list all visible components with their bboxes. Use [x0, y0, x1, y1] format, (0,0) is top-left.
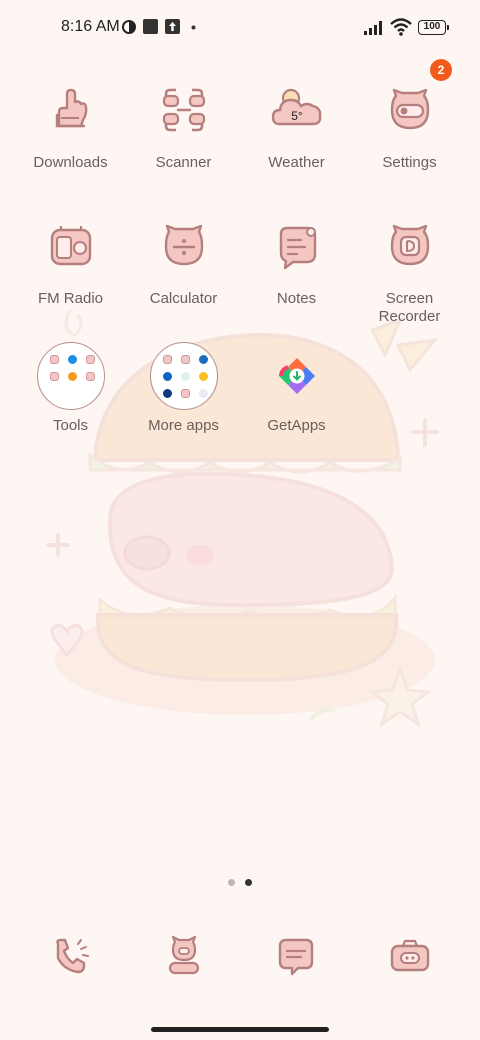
fm-radio-icon: [50, 226, 91, 266]
app-label: Downloads: [33, 154, 108, 171]
app-label: Scanner: [155, 154, 212, 171]
more-notifications-dot-icon: [191, 25, 196, 30]
page-dot-1[interactable]: [228, 879, 235, 886]
app-label: GetApps: [267, 417, 326, 434]
camera-icon[interactable]: [388, 934, 432, 978]
calculator-icon: [164, 224, 203, 266]
signal-icon: [364, 21, 382, 35]
app-label: Calculator: [149, 290, 218, 307]
settings-badge: 2: [430, 59, 452, 81]
app-scanner[interactable]: Scanner: [127, 84, 240, 172]
app-label: FM Radio: [37, 290, 104, 307]
contacts-icon[interactable]: [162, 934, 206, 978]
getapps-icon: [278, 358, 315, 394]
app-screen-recorder[interactable]: Screen Recorder: [353, 220, 466, 326]
upload-icon: [165, 19, 180, 34]
settings-icon: [390, 88, 429, 130]
app-downloads[interactable]: Downloads: [14, 84, 127, 172]
battery-indicator: 100: [418, 20, 449, 35]
app-getapps[interactable]: GetApps: [240, 356, 353, 435]
app-label: Settings: [382, 154, 437, 171]
home-gesture-bar[interactable]: [151, 1027, 329, 1032]
notes-icon: [279, 226, 316, 270]
phone-icon[interactable]: [50, 934, 94, 978]
app-label: Weather: [268, 154, 325, 171]
app-settings[interactable]: Settings: [353, 84, 466, 172]
app-weather[interactable]: 5° Weather: [240, 84, 353, 172]
app-fm-radio[interactable]: FM Radio: [14, 220, 127, 308]
tools-folder-icon: [36, 342, 105, 410]
folder-more-apps[interactable]: More apps: [127, 342, 240, 435]
status-bar: 8:16 AM 100: [0, 0, 480, 56]
page-dot-2-active[interactable]: [245, 879, 252, 886]
notification-square-icon: [143, 19, 158, 34]
app-label: Tools: [52, 417, 89, 434]
data-saver-icon: [122, 20, 136, 34]
app-label: More apps: [148, 417, 219, 434]
wifi-icon: [390, 18, 412, 36]
screen-recorder-icon: [390, 224, 429, 266]
folder-tools[interactable]: Tools: [14, 342, 127, 435]
app-notes[interactable]: Notes: [240, 220, 353, 308]
scanner-icon: [162, 88, 205, 132]
messages-icon[interactable]: [274, 934, 318, 978]
status-time: 8:16 AM: [61, 18, 120, 35]
downloads-icon: [55, 88, 87, 128]
weather-icon: 5°: [271, 88, 321, 126]
app-label: Notes: [276, 290, 317, 307]
weather-temp: 5°: [291, 109, 303, 123]
app-label: Screen Recorder: [378, 290, 441, 325]
more-apps-folder-icon: [149, 342, 218, 410]
app-calculator[interactable]: Calculator: [127, 220, 240, 308]
